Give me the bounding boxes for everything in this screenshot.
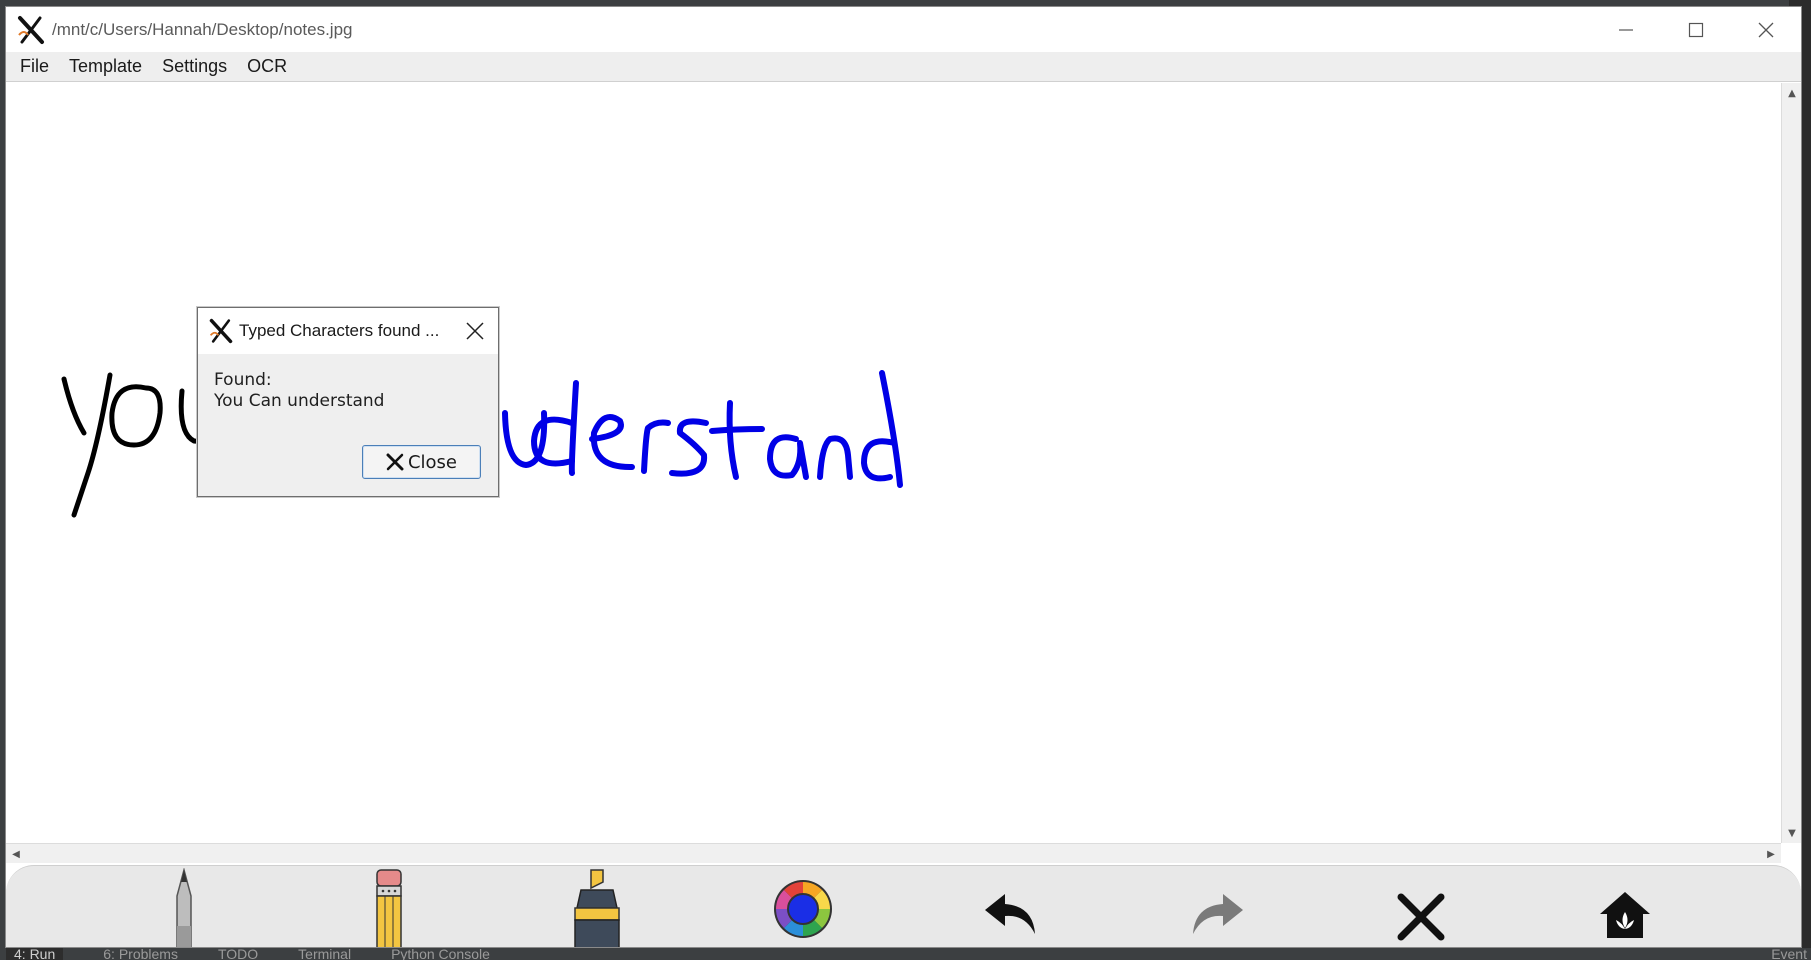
home-button[interactable]	[1590, 868, 1660, 947]
ide-tab-terminal[interactable]: Terminal	[298, 946, 351, 960]
scroll-up-icon[interactable]: ▲	[1782, 83, 1801, 103]
dialog-close-icon[interactable]	[464, 320, 486, 342]
close-icon	[1758, 22, 1774, 37]
window-title: /mnt/c/Users/Hannah/Desktop/notes.jpg	[52, 19, 353, 39]
dialog-titlebar[interactable]: Typed Characters found ...	[198, 308, 498, 354]
menu-template[interactable]: Template	[59, 56, 152, 77]
menu-file[interactable]: File	[6, 56, 59, 77]
menu-ocr[interactable]: OCR	[237, 56, 297, 77]
pen-tool-button[interactable]	[149, 868, 219, 947]
menu-settings[interactable]: Settings	[152, 56, 237, 77]
maximize-button[interactable]	[1661, 7, 1731, 52]
pencil-tool-button[interactable]	[354, 868, 424, 947]
found-text: You Can understand	[214, 391, 385, 411]
handwriting-word-you	[61, 372, 221, 518]
horizontal-scrollbar[interactable]: ◀ ▶	[6, 843, 1781, 863]
redo-icon	[1193, 894, 1243, 934]
tool-bar	[6, 865, 1801, 947]
window-titlebar[interactable]: /mnt/c/Users/Hannah/Desktop/notes.jpg	[6, 7, 1801, 52]
highlighter-icon	[574, 869, 620, 947]
minimize-button[interactable]	[1591, 7, 1661, 52]
pencil-icon	[376, 869, 402, 947]
scroll-down-icon[interactable]: ▼	[1782, 823, 1801, 843]
scroll-right-icon[interactable]: ▶	[1761, 844, 1781, 864]
dialog-logo-icon	[209, 318, 233, 344]
clear-button[interactable]	[1386, 868, 1456, 947]
found-label: Found:	[214, 370, 272, 390]
dialog-body: Found: You Can understand	[198, 354, 498, 412]
dialog-title: Typed Characters found ...	[239, 321, 440, 340]
vertical-scrollbar[interactable]: ▲ ▼	[1781, 83, 1801, 843]
scroll-left-icon[interactable]: ◀	[6, 844, 26, 864]
dialog-close-button[interactable]: Close	[362, 445, 481, 479]
close-x-icon	[386, 453, 404, 471]
close-window-button[interactable]	[1731, 7, 1801, 52]
undo-icon	[985, 894, 1035, 934]
ide-tab-todo[interactable]: TODO	[218, 946, 258, 960]
ide-tab-python-console[interactable]: Python Console	[391, 946, 490, 960]
app-logo-icon	[18, 15, 44, 44]
ide-event-log[interactable]: Event	[1771, 946, 1807, 960]
ide-tab-run[interactable]: 4: Run	[6, 946, 64, 960]
ocr-result-dialog: Typed Characters found ... Found: You Ca…	[197, 307, 499, 497]
handwriting-word-understand	[502, 370, 903, 488]
color-wheel-icon	[774, 880, 832, 938]
undo-button[interactable]	[976, 868, 1046, 947]
maximize-icon	[1688, 22, 1704, 37]
menu-bar: File Template Settings OCR	[6, 52, 1801, 82]
clear-x-icon	[1397, 893, 1445, 941]
home-icon	[1600, 892, 1650, 938]
pen-icon	[176, 868, 192, 947]
close-button-label: Close	[407, 451, 458, 473]
ide-tab-problems[interactable]: 6: Problems	[103, 946, 178, 960]
color-picker-button[interactable]	[768, 868, 838, 947]
ide-tool-tabs: 4: Run 6: Problems TODO Terminal Python …	[6, 946, 490, 960]
highlighter-tool-button[interactable]	[562, 868, 632, 947]
minimize-icon	[1619, 28, 1633, 31]
redo-button[interactable]	[1182, 868, 1252, 947]
